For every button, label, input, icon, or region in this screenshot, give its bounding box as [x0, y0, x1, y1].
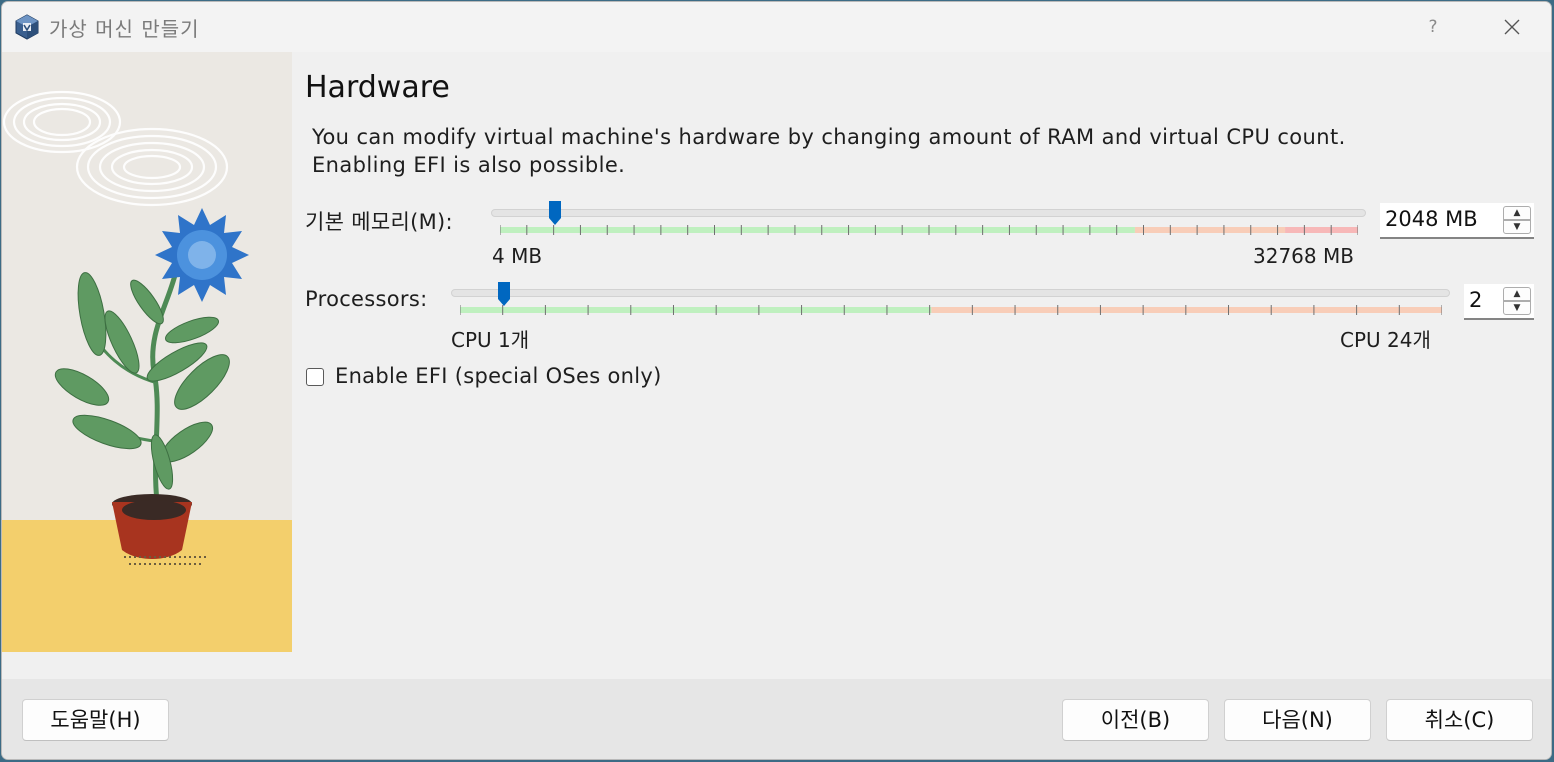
page-title: Hardware — [305, 70, 450, 105]
description-line-1: You can modify virtual machine's hardwar… — [312, 125, 1346, 149]
memory-slider[interactable] — [491, 209, 1366, 217]
title-bar: 가상 머신 만들기 ? — [2, 2, 1551, 52]
memory-label: 기본 메모리(M): — [305, 210, 453, 234]
cancel-button[interactable]: 취소(C) — [1386, 699, 1533, 741]
create-vm-dialog: 가상 머신 만들기 ? Hardware You can modify virt… — [1, 1, 1552, 760]
memory-value[interactable]: 2048 MB — [1385, 207, 1478, 231]
processors-slider-scale — [460, 305, 1442, 315]
memory-spinbox[interactable]: 2048 MB ▲ ▼ — [1380, 203, 1534, 239]
virtualbox-icon — [15, 14, 39, 40]
flower-illustration — [2, 52, 292, 652]
back-button[interactable]: 이전(B) — [1062, 699, 1209, 741]
processors-max-label: CPU 24개 — [1340, 328, 1431, 352]
memory-slider-handle[interactable] — [548, 200, 562, 226]
help-title-button[interactable]: ? — [1420, 12, 1446, 42]
memory-min-label: 4 MB — [492, 244, 543, 268]
processors-slider-handle[interactable] — [497, 281, 511, 307]
processors-decrement-button[interactable]: ▼ — [1503, 301, 1531, 315]
button-bar: 도움말(H) 이전(B) 다음(N) 취소(C) — [2, 679, 1551, 759]
help-button[interactable]: 도움말(H) — [22, 699, 169, 741]
window-title: 가상 머신 만들기 — [49, 17, 200, 41]
processors-min-label: CPU 1개 — [451, 328, 530, 352]
description-line-2: Enabling EFI is also possible. — [312, 153, 626, 177]
close-icon[interactable] — [1494, 12, 1530, 42]
processors-increment-button[interactable]: ▲ — [1503, 287, 1531, 301]
processors-value[interactable]: 2 — [1469, 288, 1482, 312]
processors-label: Processors: — [305, 287, 428, 311]
enable-efi-label[interactable]: Enable EFI (special OSes only) — [335, 364, 662, 388]
page-description: You can modify virtual machine's hardwar… — [312, 123, 1492, 179]
memory-slider-scale — [500, 225, 1358, 235]
next-button[interactable]: 다음(N) — [1224, 699, 1371, 741]
processors-slider[interactable] — [451, 289, 1450, 297]
memory-increment-button[interactable]: ▲ — [1503, 206, 1531, 220]
enable-efi-checkbox[interactable] — [306, 368, 324, 386]
memory-decrement-button[interactable]: ▼ — [1503, 220, 1531, 234]
memory-max-label: 32768 MB — [1253, 244, 1354, 268]
processors-spinbox[interactable]: 2 ▲ ▼ — [1464, 284, 1534, 320]
